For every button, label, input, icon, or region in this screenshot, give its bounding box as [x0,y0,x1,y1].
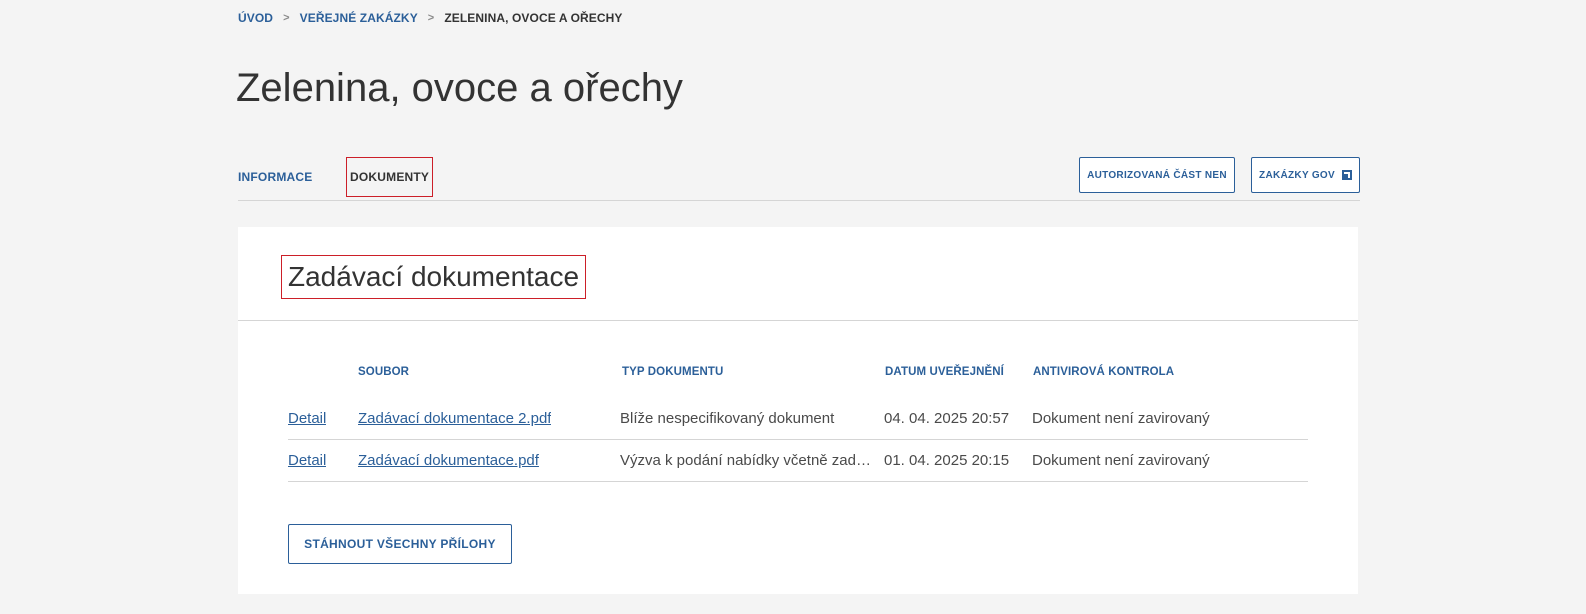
column-header-type: TYP DOKUMENTU [622,366,724,378]
detail-cell: Detail [288,440,326,481]
breadcrumb-separator: > [283,12,290,24]
table-header: SOUBOR TYP DOKUMENTU DATUM UVEŘEJNĚNÍ AN… [288,366,1308,388]
detail-link[interactable]: Detail [288,410,326,427]
breadcrumb-current: ZELENINA, OVOCE A OŘECHY [444,11,623,25]
zakazky-gov-button[interactable]: ZAKÁZKY GOV [1251,157,1360,193]
file-link[interactable]: Zadávací dokumentace 2.pdf [358,410,551,427]
breadcrumb-public-contracts[interactable]: VEŘEJNÉ ZAKÁZKY [300,11,418,25]
download-all-attachments-button[interactable]: STÁHNOUT VŠECHNY PŘÍLOHY [288,524,512,564]
external-link-icon [1341,170,1352,180]
table-row: Detail Zadávací dokumentace.pdf Výzva k … [288,440,1308,482]
documents-table: SOUBOR TYP DOKUMENTU DATUM UVEŘEJNĚNÍ AN… [288,366,1308,482]
column-header-date: DATUM UVEŘEJNĚNÍ [885,366,1004,378]
breadcrumb: ÚVOD > VEŘEJNÉ ZAKÁZKY > ZELENINA, OVOCE… [238,10,623,26]
download-all-label: STÁHNOUT VŠECHNY PŘÍLOHY [304,537,496,551]
documents-section-title: Zadávací dokumentace [280,255,587,299]
authorized-nen-label: AUTORIZOVANÁ ČÁST NEN [1087,169,1227,181]
column-header-antivirus: ANTIVIROVÁ KONTROLA [1033,366,1175,378]
publication-date: 01. 04. 2025 20:15 [884,452,1010,469]
breadcrumb-home[interactable]: ÚVOD [238,11,273,25]
page: ÚVOD > VEŘEJNÉ ZAKÁZKY > ZELENINA, OVOCE… [0,0,1586,614]
breadcrumb-separator: > [427,12,435,24]
file-link[interactable]: Zadávací dokumentace.pdf [358,452,539,469]
publication-date: 04. 04. 2025 20:57 [884,410,1010,427]
zakazky-gov-label: ZAKÁZKY GOV [1259,169,1335,181]
section-divider [238,320,1358,321]
document-type: Blíže nespecifikovaný dokument [620,410,835,427]
authorized-nen-button[interactable]: AUTORIZOVANÁ ČÁST NEN [1079,157,1235,193]
antivirus-status: Dokument není zavirovaný [1032,410,1210,427]
file-cell: Zadávací dokumentace.pdf [358,440,539,481]
document-type: Výzva k podání nabídky včetně zadávací d… [620,452,872,469]
file-cell: Zadávací dokumentace 2.pdf [358,398,551,439]
tab-informace[interactable]: INFORMACE [238,156,312,198]
antivirus-status: Dokument není zavirovaný [1032,452,1210,469]
page-title: Zelenina, ovoce a ořechy [236,66,683,110]
documents-panel: Zadávací dokumentace SOUBOR TYP DOKUMENT… [238,227,1358,594]
column-header-file: SOUBOR [358,366,410,378]
table-row: Detail Zadávací dokumentace 2.pdf Blíže … [288,398,1308,440]
detail-cell: Detail [288,398,326,439]
tab-dokumenty[interactable]: DOKUMENTY [345,157,434,197]
detail-link[interactable]: Detail [288,452,326,469]
